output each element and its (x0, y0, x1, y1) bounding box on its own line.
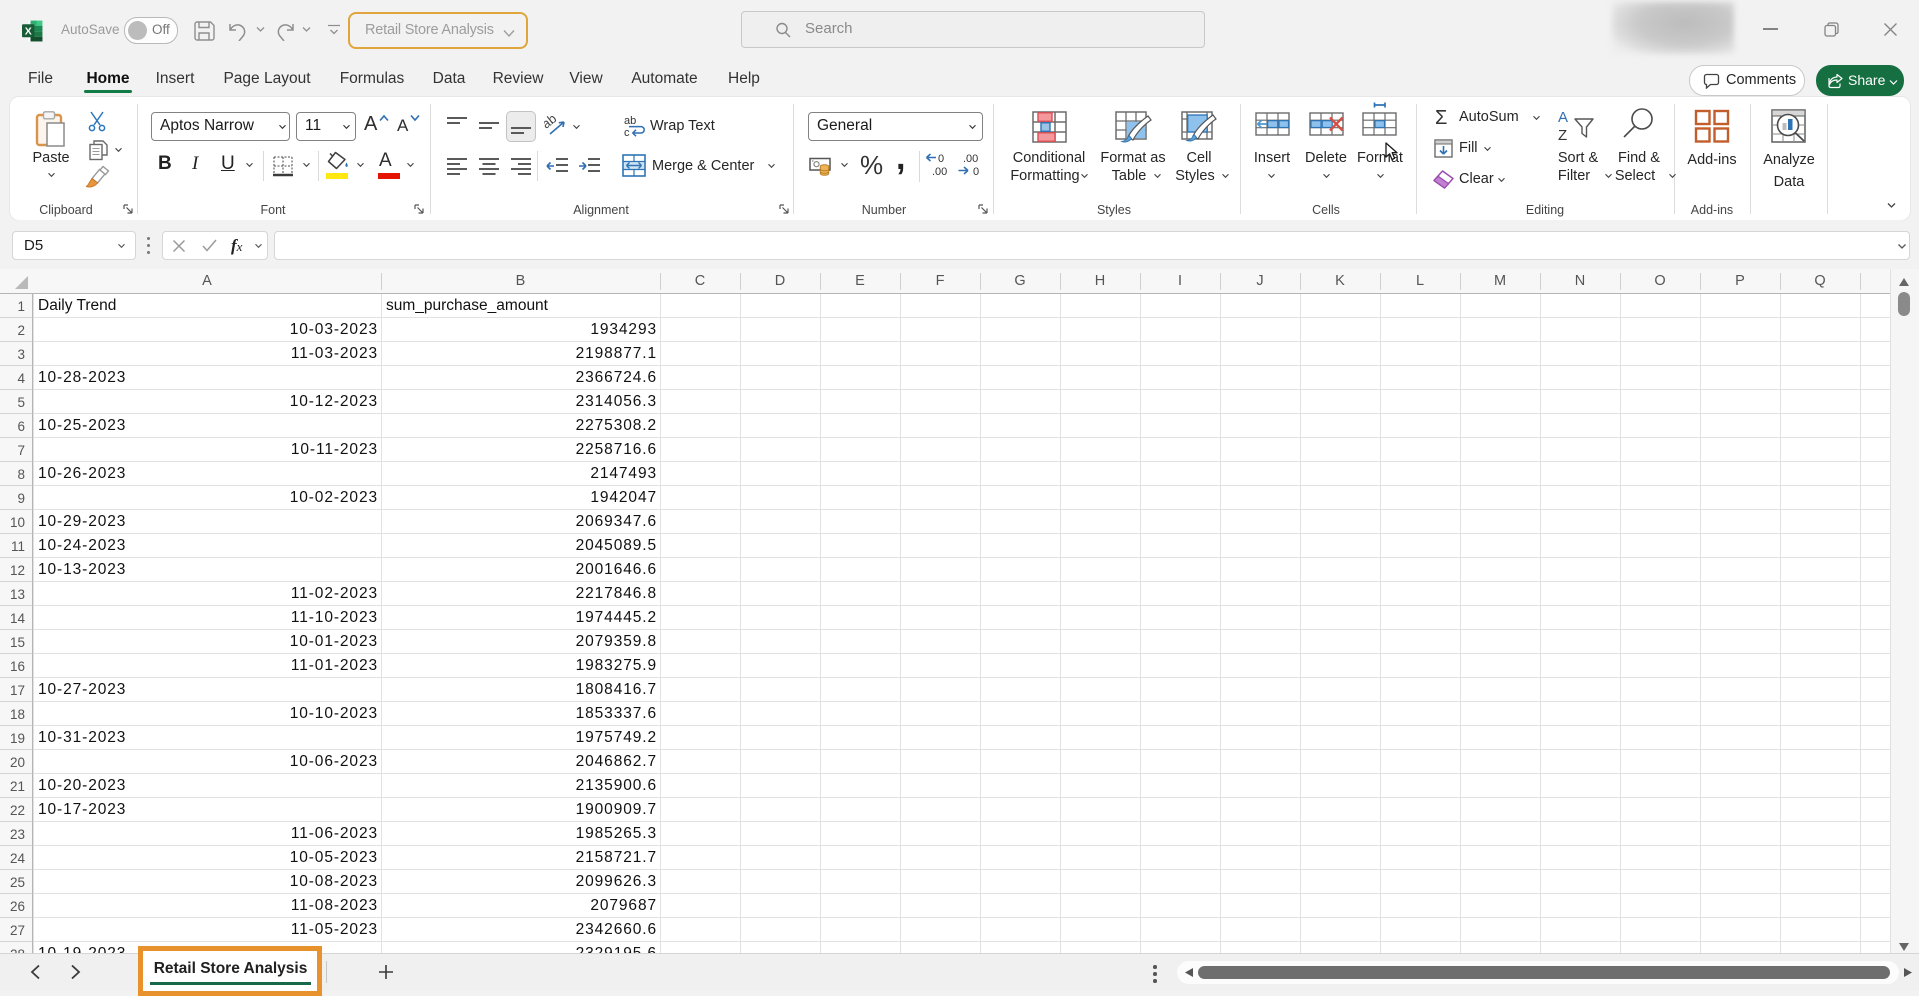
svg-text:.00: .00 (932, 166, 947, 177)
svg-text:c: c (624, 127, 630, 138)
svg-text:A: A (1558, 109, 1568, 126)
svg-text:0: 0 (973, 166, 979, 177)
svg-text:0: 0 (938, 153, 944, 165)
svg-text:.00: .00 (963, 153, 978, 165)
svg-text:Z: Z (1558, 127, 1567, 143)
svg-text:X: X (25, 26, 32, 38)
svg-text:ab: ab (624, 115, 636, 127)
